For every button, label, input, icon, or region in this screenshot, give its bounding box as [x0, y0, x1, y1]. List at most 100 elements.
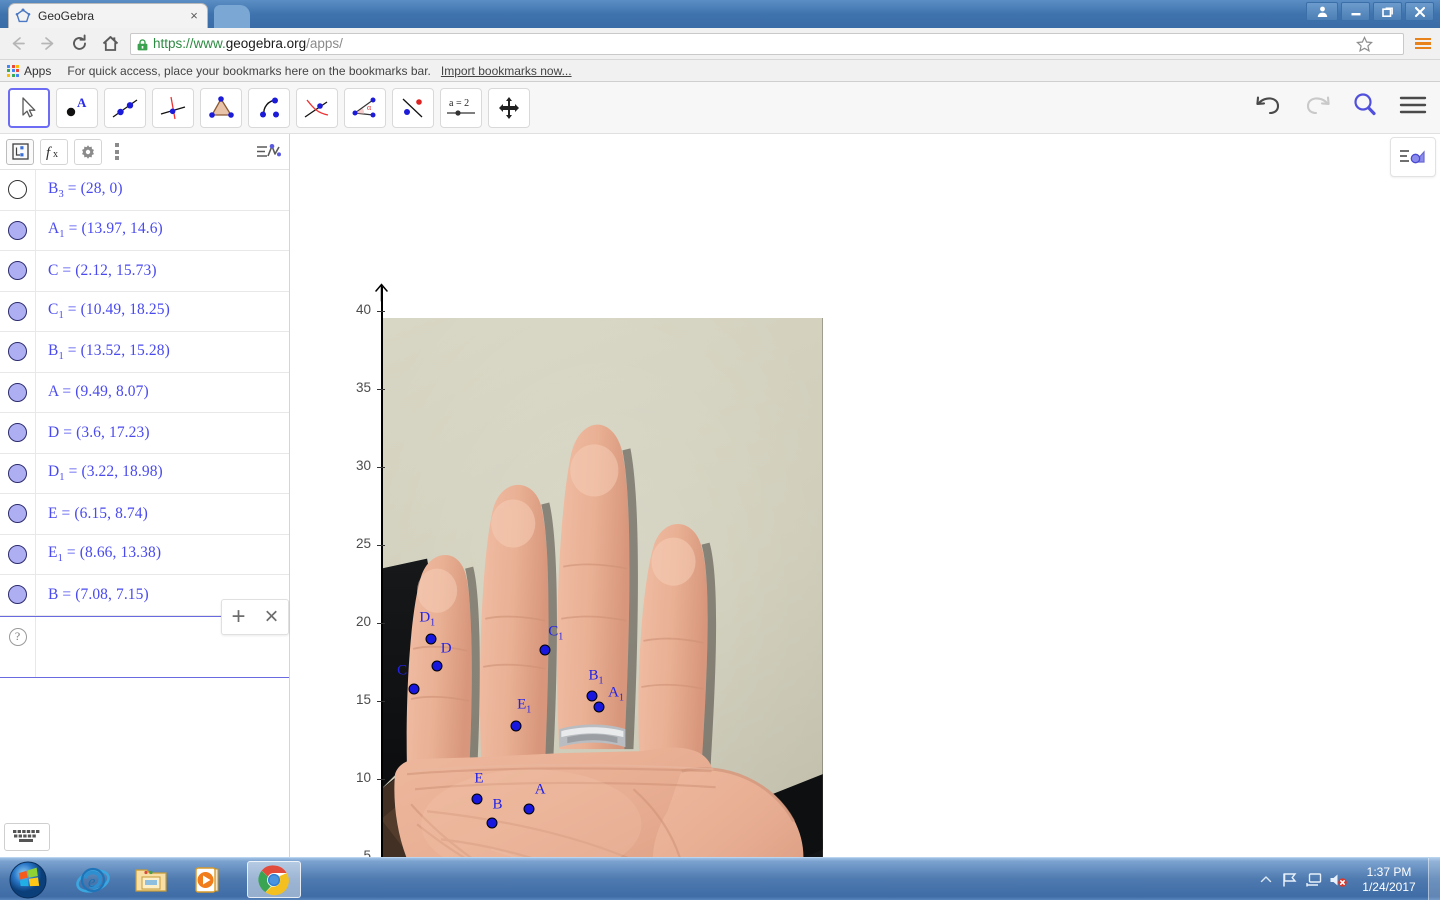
- taskbar-file-explorer[interactable]: [124, 861, 178, 898]
- reflect-tool[interactable]: [392, 87, 434, 128]
- apps-shortcut[interactable]: Apps: [7, 64, 51, 78]
- algebra-row[interactable]: C = (2.12, 15.73): [0, 251, 289, 292]
- circle-tool[interactable]: [248, 87, 290, 128]
- address-bar[interactable]: https://www.geogebra.org/apps/: [130, 32, 1404, 58]
- algebra-input-row[interactable]: ? + ×: [0, 598, 289, 678]
- visibility-toggle[interactable]: [0, 585, 35, 605]
- graph-point-D1[interactable]: [425, 633, 437, 645]
- browser-tab[interactable]: GeoGebra ×: [8, 3, 208, 28]
- hamburger-menu-icon[interactable]: [1396, 88, 1430, 122]
- visibility-toggle[interactable]: [0, 180, 35, 200]
- y-tick: [377, 700, 385, 703]
- visibility-toggle[interactable]: [0, 504, 35, 524]
- taskbar-google-chrome[interactable]: [247, 861, 301, 898]
- add-input-button[interactable]: +: [231, 603, 245, 631]
- url-path: /apps/: [306, 36, 343, 51]
- visibility-toggle[interactable]: [0, 423, 35, 443]
- graph-toggle-icon[interactable]: [253, 139, 283, 165]
- action-center-icon[interactable]: [1302, 858, 1326, 900]
- user-profile-icon[interactable]: [1306, 2, 1338, 21]
- back-icon[interactable]: [3, 30, 31, 58]
- chrome-menu-icon[interactable]: [1410, 31, 1436, 57]
- home-icon[interactable]: [96, 30, 124, 58]
- graph-point-C1[interactable]: [539, 644, 551, 656]
- y-tick-label: 30: [355, 457, 371, 473]
- clear-input-button[interactable]: ×: [264, 603, 278, 631]
- algebra-row-label: B = (7.08, 7.15): [48, 585, 149, 603]
- window-controls: [1306, 2, 1434, 21]
- graph-point-B1[interactable]: [586, 690, 598, 702]
- algebra-row[interactable]: E = (6.15, 8.74): [0, 494, 289, 535]
- algebra-row[interactable]: E1 = (8.66, 13.38): [0, 534, 289, 575]
- reload-icon[interactable]: [65, 30, 93, 58]
- point-tool[interactable]: A: [56, 87, 98, 128]
- algebra-row[interactable]: A = (9.49, 8.07): [0, 372, 289, 413]
- graph-point-E[interactable]: [471, 793, 483, 805]
- move-graphics-view-tool[interactable]: [488, 87, 530, 128]
- new-tab-button[interactable]: [214, 5, 250, 28]
- visibility-toggle[interactable]: [0, 382, 35, 402]
- graph-point-label-C: C: [397, 662, 408, 679]
- algebra-view-icon[interactable]: [6, 138, 34, 165]
- restore-button[interactable]: [1373, 2, 1402, 21]
- point-marker-icon: [8, 585, 27, 605]
- algebra-row[interactable]: B3 = (28, 0): [0, 170, 289, 211]
- taskbar-media-player[interactable]: [182, 861, 236, 898]
- gear-icon[interactable]: [74, 138, 102, 165]
- show-desktop-button[interactable]: [1428, 858, 1440, 900]
- tab-close-icon[interactable]: ×: [187, 9, 201, 23]
- graph-point-A1[interactable]: [593, 701, 605, 713]
- volume-muted-icon[interactable]: [1326, 858, 1350, 900]
- conic-tool[interactable]: [296, 87, 338, 128]
- fx-icon[interactable]: fx: [40, 138, 68, 165]
- graphics-stylebar-icon[interactable]: [1390, 137, 1436, 177]
- algebra-row[interactable]: B1 = (13.52, 15.28): [0, 332, 289, 373]
- svg-text:A: A: [77, 95, 87, 110]
- move-tool[interactable]: [8, 87, 50, 128]
- network-icon[interactable]: [1278, 858, 1302, 900]
- algebra-row[interactable]: A1 = (13.97, 14.6): [0, 210, 289, 251]
- minimize-button[interactable]: [1341, 2, 1370, 21]
- clock-date: 1/24/2017: [1362, 879, 1416, 894]
- svg-text:x: x: [53, 149, 58, 160]
- taskbar: e 1:37 PM 1/24/2017: [0, 857, 1440, 900]
- slider-tool[interactable]: a = 2: [440, 87, 482, 128]
- taskbar-clock[interactable]: 1:37 PM 1/24/2017: [1350, 865, 1428, 895]
- search-icon[interactable]: [1348, 88, 1382, 122]
- graphics-view[interactable]: 0510152025303540455055606505101520253035…: [291, 134, 1440, 857]
- keyboard-icon[interactable]: [4, 823, 50, 851]
- angle-tool[interactable]: α: [344, 87, 386, 128]
- graph-point-B[interactable]: [486, 817, 498, 829]
- import-bookmarks-link[interactable]: Import bookmarks now...: [441, 64, 572, 78]
- chevron-up-icon[interactable]: [1254, 858, 1278, 900]
- line-tool[interactable]: [104, 87, 146, 128]
- visibility-toggle[interactable]: [0, 342, 35, 362]
- tab-title: GeoGebra: [38, 9, 95, 23]
- url-host: geogebra.org: [225, 36, 307, 51]
- graph-point-D[interactable]: [431, 660, 443, 672]
- forward-icon[interactable]: [34, 30, 62, 58]
- visibility-toggle[interactable]: [0, 544, 35, 564]
- graph-point-A[interactable]: [523, 803, 535, 815]
- algebra-row[interactable]: C1 = (10.49, 18.25): [0, 291, 289, 332]
- help-button[interactable]: ?: [0, 617, 35, 657]
- graph-point-C[interactable]: [408, 683, 420, 695]
- taskbar-internet-explorer[interactable]: e: [66, 861, 120, 898]
- algebra-row[interactable]: D1 = (3.22, 18.98): [0, 453, 289, 494]
- visibility-toggle[interactable]: [0, 463, 35, 483]
- visibility-toggle[interactable]: [0, 301, 35, 321]
- y-tick: [377, 778, 385, 781]
- bookmark-star-icon[interactable]: [1356, 35, 1373, 58]
- undo-icon[interactable]: [1252, 88, 1286, 122]
- visibility-toggle[interactable]: [0, 261, 35, 281]
- algebra-row-label: C = (2.12, 15.73): [48, 261, 157, 279]
- graph-point-E1[interactable]: [510, 720, 522, 732]
- polygon-tool[interactable]: [200, 87, 242, 128]
- close-button[interactable]: [1405, 2, 1434, 21]
- windows-start-orb[interactable]: [4, 859, 52, 900]
- perpendicular-line-tool[interactable]: [152, 87, 194, 128]
- visibility-toggle[interactable]: [0, 220, 35, 240]
- algebra-row-label: D1 = (3.22, 18.98): [48, 463, 163, 484]
- algebra-row[interactable]: D = (3.6, 17.23): [0, 413, 289, 454]
- kebab-menu-icon[interactable]: [108, 139, 126, 165]
